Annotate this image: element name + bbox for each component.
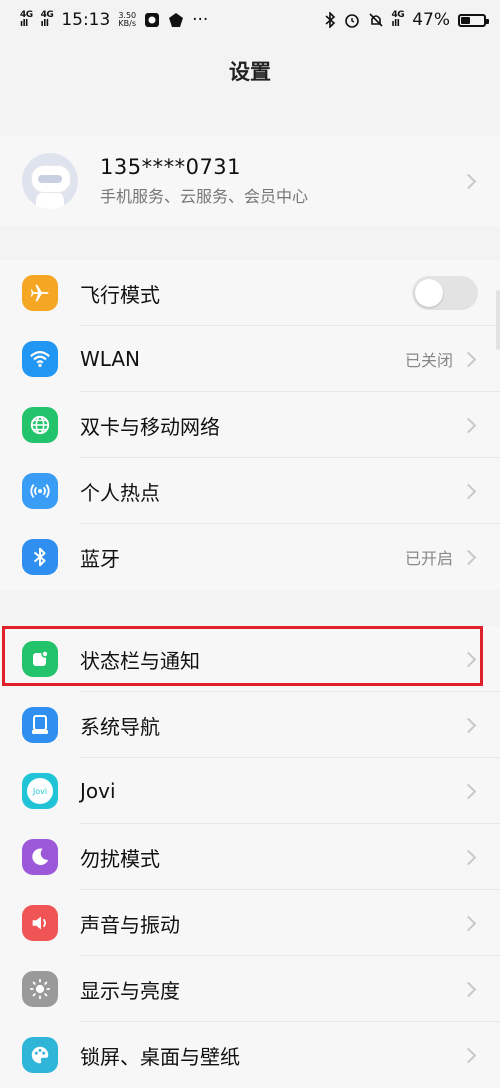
- chevron-right-icon: [460, 1047, 477, 1063]
- alarm-icon: [344, 12, 360, 28]
- settings-item-jovi[interactable]: Jovi Jovi: [0, 758, 500, 824]
- chevron-right-icon: [460, 981, 477, 997]
- globe-icon: [22, 407, 58, 443]
- airplane-icon: [22, 275, 58, 311]
- system-settings-group: 状态栏与通知 系统导航 Jovi Jovi 勿扰模式 声音与振动 显示与亮度 锁…: [0, 626, 500, 1088]
- bluetooth-icon: [22, 539, 58, 575]
- network-settings-group: 飞行模式 WLAN 已关闭 双卡与移动网络 个人热点 蓝牙 已开启: [0, 260, 500, 590]
- chevron-right-icon: [460, 351, 477, 367]
- settings-item-sound-vibration[interactable]: 声音与振动: [0, 890, 500, 956]
- navigation-icon: [22, 707, 58, 743]
- settings-item-label: 锁屏、桌面与壁纸: [80, 1044, 240, 1069]
- scrollbar[interactable]: [496, 290, 500, 350]
- account-subtitle: 手机服务、云服务、会员中心: [100, 187, 309, 206]
- settings-item-system-navigation[interactable]: 系统导航: [0, 692, 500, 758]
- settings-item-label: 双卡与移动网络: [80, 414, 220, 439]
- settings-item-lockscreen-wallpaper[interactable]: 锁屏、桌面与壁纸: [0, 1022, 500, 1088]
- avatar: [22, 153, 78, 209]
- settings-item-label: 个人热点: [80, 480, 160, 505]
- settings-item-display-brightness[interactable]: 显示与亮度: [0, 956, 500, 1022]
- network-speed: 3.50 KB/s: [118, 11, 137, 28]
- settings-item-airplane-mode[interactable]: 飞行模式: [0, 260, 500, 326]
- battery-icon: [458, 13, 489, 27]
- page-title: 设置: [229, 60, 271, 84]
- app-notification-icon: [144, 12, 160, 28]
- chevron-right-icon: [460, 783, 477, 799]
- page-header: 设置: [0, 40, 500, 102]
- wlan-status: 已关闭: [404, 351, 453, 370]
- settings-item-label: 勿扰模式: [80, 846, 160, 871]
- clock: 15:13: [61, 10, 111, 30]
- settings-item-dual-sim[interactable]: 双卡与移动网络: [0, 392, 500, 458]
- more-notifications: ···: [192, 10, 209, 30]
- brightness-icon: [22, 971, 58, 1007]
- app-notification-icon-2: [168, 12, 184, 28]
- palette-icon: [22, 1037, 58, 1073]
- settings-item-label: 飞行模式: [80, 282, 160, 307]
- hotspot-icon: [22, 473, 58, 509]
- airplane-mode-toggle[interactable]: [412, 276, 478, 310]
- account-phone: 135****0731: [100, 155, 242, 179]
- signal-sim2-icon: 4G ıll: [40, 10, 54, 29]
- status-bar: 4G ıll 4G ıll 15:13 3.50 KB/s ··· 4G ıll 47%: [0, 0, 500, 40]
- chevron-right-icon: [460, 417, 477, 433]
- settings-item-wlan[interactable]: WLAN 已关闭: [0, 326, 500, 392]
- settings-item-label: 显示与亮度: [80, 978, 180, 1003]
- settings-item-label: 系统导航: [80, 714, 160, 739]
- settings-item-label: WLAN: [80, 347, 141, 371]
- settings-item-label: 蓝牙: [80, 546, 120, 571]
- signal-4g-icon: 4G ıll: [391, 10, 405, 29]
- chevron-right-icon: [460, 173, 477, 189]
- bluetooth-status: 已开启: [404, 549, 453, 568]
- chevron-right-icon: [460, 849, 477, 865]
- settings-item-do-not-disturb[interactable]: 勿扰模式: [0, 824, 500, 890]
- settings-item-label: Jovi: [80, 779, 116, 803]
- speaker-icon: [22, 905, 58, 941]
- moon-icon: [22, 839, 58, 875]
- mute-icon: [368, 12, 384, 28]
- chevron-right-icon: [460, 549, 477, 565]
- settings-item-bluetooth[interactable]: 蓝牙 已开启: [0, 524, 500, 590]
- chevron-right-icon: [460, 915, 477, 931]
- battery-percent: 47%: [412, 10, 450, 30]
- jovi-icon: Jovi: [22, 773, 58, 809]
- settings-item-hotspot[interactable]: 个人热点: [0, 458, 500, 524]
- account-row[interactable]: 135****0731 手机服务、云服务、会员中心: [0, 136, 500, 226]
- chevron-right-icon: [460, 483, 477, 499]
- wifi-icon: [22, 341, 58, 377]
- chevron-right-icon: [460, 717, 477, 733]
- settings-item-label: 声音与振动: [80, 912, 180, 937]
- highlight-box: [2, 626, 483, 686]
- bluetooth-status-icon: [324, 12, 336, 28]
- signal-sim1-icon: 4G ıll: [20, 10, 33, 29]
